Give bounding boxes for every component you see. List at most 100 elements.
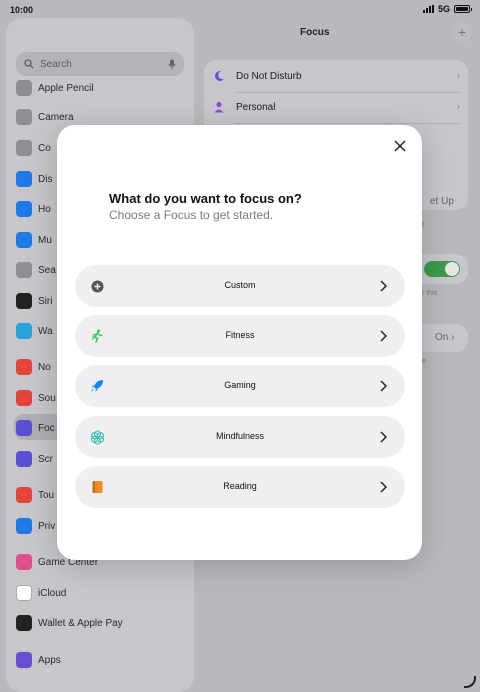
sidebar-item-label: Camera: [38, 111, 74, 123]
focus-option-label: Fitness: [225, 330, 255, 340]
display-icon: [16, 171, 32, 187]
microphone-icon[interactable]: [168, 59, 176, 70]
sidebar-item[interactable]: Co: [16, 138, 51, 158]
sidebar-item[interactable]: Dis: [16, 169, 52, 189]
sidebar-item-label: Priv: [38, 520, 56, 532]
close-icon: [394, 140, 406, 152]
chevron-right-icon: ›: [456, 70, 460, 82]
focus-row-label: Personal: [236, 101, 276, 113]
resize-corner-icon: [464, 676, 476, 688]
screen-time-icon: [16, 451, 32, 467]
apps-icon: [16, 652, 32, 668]
sidebar-item[interactable]: Wallet & Apple Pay: [16, 613, 123, 633]
note-text: e: [422, 358, 426, 365]
close-button[interactable]: [387, 133, 413, 159]
on-value-label: On ›: [435, 332, 455, 343]
sidebar-item-label: iCloud: [38, 587, 67, 599]
sidebar-item[interactable]: Camera: [16, 107, 74, 127]
focus-row-label: Do Not Disturb: [236, 70, 302, 82]
sidebar-item-label: Wallet & Apple Pay: [38, 617, 123, 629]
sidebar-item[interactable]: Sea: [16, 260, 56, 280]
sidebar-item[interactable]: iCloud: [16, 583, 66, 603]
focus-row-do-not-disturb[interactable]: Do Not Disturb ›: [212, 61, 460, 91]
siri-icon: [16, 293, 32, 309]
network-label: 5G: [437, 4, 450, 14]
sidebar-item-label: No: [38, 361, 51, 373]
multitasking-icon: [16, 232, 32, 248]
camera-icon: [16, 109, 32, 125]
sidebar-item[interactable]: Apple Pencil: [16, 78, 94, 98]
focus-option-label: Gaming: [224, 380, 256, 390]
search-icon: [16, 262, 32, 278]
sidebar-item-label: Wa: [38, 325, 53, 337]
focus-moon-icon: [16, 420, 32, 436]
sounds-icon: [16, 390, 32, 406]
page-title: Focus: [300, 27, 330, 38]
set-up-label[interactable]: et Up: [430, 196, 454, 207]
add-focus-button[interactable]: +: [452, 22, 472, 42]
control-centre-icon: [16, 140, 32, 156]
home-screen-icon: [16, 201, 32, 217]
sidebar-item-label: Mu: [38, 234, 52, 246]
sidebar-item[interactable]: Tou: [16, 485, 54, 505]
person-icon: [214, 101, 224, 113]
chevron-right-icon: [375, 428, 391, 446]
pencil-icon: [16, 80, 32, 96]
chevron-right-icon: [375, 478, 391, 496]
privacy-hand-icon: [16, 518, 32, 534]
sidebar-item[interactable]: Mu: [16, 230, 52, 250]
share-status-toggle[interactable]: [424, 261, 460, 277]
focus-option-mindfulness[interactable]: Mindfulness: [75, 416, 405, 458]
note-text: r this: [422, 290, 438, 297]
focus-option-fitness[interactable]: Fitness: [75, 315, 405, 357]
sidebar-item[interactable]: Ho: [16, 199, 51, 219]
search-icon: [24, 59, 34, 69]
sidebar-item[interactable]: Priv: [16, 516, 55, 536]
wallpaper-icon: [16, 323, 32, 339]
sidebar-item-label: Co: [38, 142, 51, 154]
sidebar-item[interactable]: Wa: [16, 321, 53, 341]
sidebar-item[interactable]: Siri: [16, 291, 52, 311]
sidebar-item-label: Scr: [38, 453, 53, 465]
sidebar-item[interactable]: Apps: [16, 650, 61, 670]
notifications-icon: [16, 359, 32, 375]
touch-id-icon: [16, 487, 32, 503]
moon-icon: [215, 70, 224, 81]
sidebar-item-label: Ho: [38, 203, 51, 215]
focus-row-personal[interactable]: Personal ›: [212, 92, 460, 122]
sidebar-item-label: Dis: [38, 173, 53, 185]
modal-title: What do you want to focus on?: [109, 191, 302, 206]
sidebar-item[interactable]: Sou: [16, 388, 56, 408]
focus-option-label: Reading: [223, 481, 257, 491]
focus-option-label: Custom: [224, 280, 256, 290]
status-time: 10:00: [10, 5, 34, 15]
focus-option-reading[interactable]: Reading: [75, 466, 405, 508]
chevron-right-icon: [375, 327, 391, 345]
status-bar: 10:00 5G: [0, 0, 480, 18]
chevron-right-icon: [375, 377, 391, 395]
modal-subtitle: Choose a Focus to get started.: [109, 208, 274, 222]
icloud-icon: [16, 585, 32, 601]
sidebar-item[interactable]: No: [16, 357, 51, 377]
sidebar-item-label: Foc: [38, 422, 55, 434]
sidebar-item-label: Tou: [38, 489, 55, 501]
search-field[interactable]: Search: [16, 52, 184, 76]
sidebar-item[interactable]: Foc: [16, 418, 55, 438]
sidebar-item-label: Apple Pencil: [38, 82, 94, 94]
focus-picker-modal: What do you want to focus on? Choose a F…: [57, 125, 422, 560]
chevron-right-icon: ›: [456, 101, 460, 113]
wallet-icon: [16, 615, 32, 631]
sidebar-item-label: Sea: [38, 264, 56, 276]
chevron-right-icon: [375, 277, 391, 295]
sidebar-item-label: Sou: [38, 392, 56, 404]
search-placeholder: Search: [40, 58, 72, 70]
sidebar-item-label: Siri: [38, 295, 53, 307]
focus-option-label: Mindfulness: [215, 431, 265, 441]
sidebar-item[interactable]: Scr: [16, 449, 53, 469]
signal-icon: [422, 5, 434, 13]
game-center-icon: [16, 554, 32, 570]
focus-option-gaming[interactable]: Gaming: [75, 365, 405, 407]
battery-icon: [454, 5, 472, 13]
sidebar-item-label: Apps: [38, 654, 61, 666]
focus-option-custom[interactable]: Custom: [75, 265, 405, 307]
